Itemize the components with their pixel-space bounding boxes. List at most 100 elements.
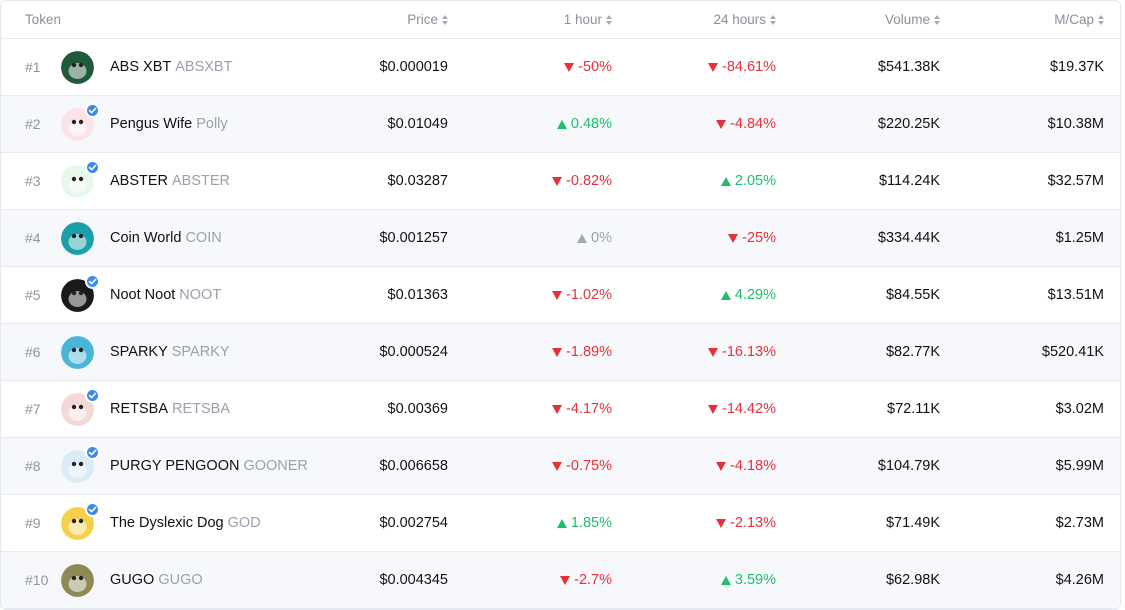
token-name[interactable]: SPARKY SPARKY — [110, 344, 230, 360]
arrow-down-icon — [552, 176, 563, 186]
token-name[interactable]: Pengus Wife Polly — [110, 116, 228, 132]
frog-avatar-icon — [61, 51, 94, 84]
neutral-arrow-icon — [577, 233, 588, 243]
arrow-down-icon — [716, 461, 727, 471]
change-1-hour: -0.75% — [552, 438, 612, 494]
token-avatar-wrap — [61, 103, 100, 141]
token-name[interactable]: RETSBA RETSBA — [110, 401, 230, 417]
rank: #4 — [25, 230, 41, 246]
change-1-hour: 1.85% — [556, 495, 612, 551]
token-mcap: $2.73M — [1055, 515, 1104, 531]
table-row[interactable]: #5 Noot Noot NOOT $0.01363 -1.02% 4.29% $84.55… — [1, 267, 1120, 324]
arrow-down-icon — [552, 347, 563, 357]
table-row[interactable]: #8 PURGY PENGOON GOONER $0.006658 -0.75% -4.1… — [1, 438, 1120, 495]
token-mcap: $19.37K — [1049, 59, 1104, 75]
arrow-down-icon — [716, 518, 727, 528]
change-24-hours: 2.05% — [720, 153, 776, 209]
verified-badge-icon — [85, 388, 100, 403]
token-mcap: $32.57M — [1047, 173, 1104, 189]
token-volume: $62.98K — [885, 572, 940, 588]
table-row[interactable]: #4 Coin World COIN $0.001257 0% -25% $334.44K $… — [1, 210, 1120, 267]
arrow-down-icon — [552, 290, 563, 300]
header-1-hour[interactable]: 1 hour — [564, 1, 612, 38]
verified-badge-icon — [85, 445, 100, 460]
rank: #8 — [25, 458, 41, 474]
header-volume[interactable]: Volume — [885, 1, 940, 38]
token-symbol: ABSXBT — [175, 59, 233, 75]
token-name[interactable]: Coin World COIN — [110, 230, 222, 246]
token-avatar-wrap — [61, 336, 94, 369]
change-1-hour: -0.82% — [552, 153, 612, 209]
change-24-hours: -14.42% — [707, 381, 776, 437]
arrow-down-icon — [707, 347, 718, 357]
token-price: $0.001257 — [379, 230, 448, 246]
token-symbol: GUGO — [158, 572, 203, 588]
token-symbol: SPARKY — [171, 344, 230, 360]
change-24-hours: -25% — [728, 210, 776, 266]
token-symbol: GOD — [227, 515, 261, 531]
token-price: $0.002754 — [379, 515, 448, 531]
token-volume: $541.38K — [877, 59, 940, 75]
header-price[interactable]: Price — [407, 1, 448, 38]
token-name[interactable]: Noot Noot NOOT — [110, 287, 221, 303]
change-24-hours: 3.59% — [720, 552, 776, 608]
change-1-hour: 0.48% — [556, 96, 612, 152]
token-volume: $72.11K — [887, 401, 940, 417]
verified-badge-icon — [85, 160, 100, 175]
verified-badge-icon — [85, 103, 100, 118]
token-price: $0.006658 — [379, 458, 448, 474]
table-row[interactable]: #10 GUGO GUGO $0.004345 -2.7% 3.59% $62.98K $4.… — [1, 552, 1120, 609]
token-volume: $71.49K — [885, 515, 940, 531]
table-row[interactable]: #9 The Dyslexic Dog GOD $0.002754 1.85% -2.13… — [1, 495, 1120, 552]
token-table: Token Price 1 hour 24 hours Volume M/Cap… — [0, 0, 1121, 610]
token-avatar-wrap — [61, 564, 94, 597]
table-row[interactable]: #7 RETSBA RETSBA $0.00369 -4.17% -14.42% $72.1… — [1, 381, 1120, 438]
token-avatar-wrap — [61, 445, 100, 483]
token-price: $0.01363 — [387, 287, 448, 303]
table-body: #1 ABS XBT ABSXBT $0.000019 -50% -84.61% $541.… — [1, 39, 1120, 609]
sort-icon — [442, 14, 448, 25]
arrow-down-icon — [552, 461, 563, 471]
change-1-hour: -50% — [564, 39, 612, 95]
token-price: $0.03287 — [387, 173, 448, 189]
token-volume: $82.77K — [885, 344, 940, 360]
token-name[interactable]: ABS XBT ABSXBT — [110, 59, 232, 75]
token-price: $0.000524 — [379, 344, 448, 360]
header-mcap[interactable]: M/Cap — [1054, 1, 1104, 38]
table-row[interactable]: #3 ABSTER ABSTER $0.03287 -0.82% 2.05% $114.24… — [1, 153, 1120, 210]
token-avatar-wrap — [61, 388, 100, 426]
token-price: $0.00369 — [387, 401, 448, 417]
spark-avatar-icon — [61, 336, 94, 369]
sort-icon — [606, 14, 612, 25]
verified-badge-icon — [85, 274, 100, 289]
penguin-avatar-icon — [61, 222, 94, 255]
sort-icon — [934, 14, 940, 25]
token-volume: $114.24K — [878, 173, 940, 189]
token-price: $0.000019 — [379, 59, 448, 75]
token-name[interactable]: GUGO GUGO — [110, 572, 203, 588]
gugo-avatar-icon — [61, 564, 94, 597]
change-1-hour: -2.7% — [560, 552, 612, 608]
header-24-hours[interactable]: 24 hours — [713, 1, 776, 38]
change-24-hours: 4.29% — [720, 267, 776, 323]
header-token[interactable]: Token — [25, 1, 61, 38]
token-price: $0.004345 — [379, 572, 448, 588]
table-row[interactable]: #2 Pengus Wife Polly $0.01049 0.48% -4.84% $22… — [1, 96, 1120, 153]
token-symbol: Polly — [196, 116, 228, 132]
token-volume: $334.44K — [877, 230, 940, 246]
token-name[interactable]: PURGY PENGOON GOONER — [110, 458, 308, 474]
change-1-hour: 0% — [577, 210, 612, 266]
rank: #1 — [25, 59, 41, 75]
token-mcap: $3.02M — [1055, 401, 1104, 417]
arrow-down-icon — [716, 119, 727, 129]
token-mcap: $4.26M — [1055, 572, 1104, 588]
token-avatar-wrap — [61, 274, 100, 312]
table-row[interactable]: #6 SPARKY SPARKY $0.000524 -1.89% -16.13% $82.… — [1, 324, 1120, 381]
token-name[interactable]: The Dyslexic Dog GOD — [110, 515, 261, 531]
rank: #3 — [25, 173, 41, 189]
verified-badge-icon — [85, 502, 100, 517]
token-name[interactable]: ABSTER ABSTER — [110, 173, 230, 189]
arrow-down-icon — [552, 404, 563, 414]
table-row[interactable]: #1 ABS XBT ABSXBT $0.000019 -50% -84.61% $541.… — [1, 39, 1120, 96]
change-24-hours: -4.84% — [716, 96, 776, 152]
